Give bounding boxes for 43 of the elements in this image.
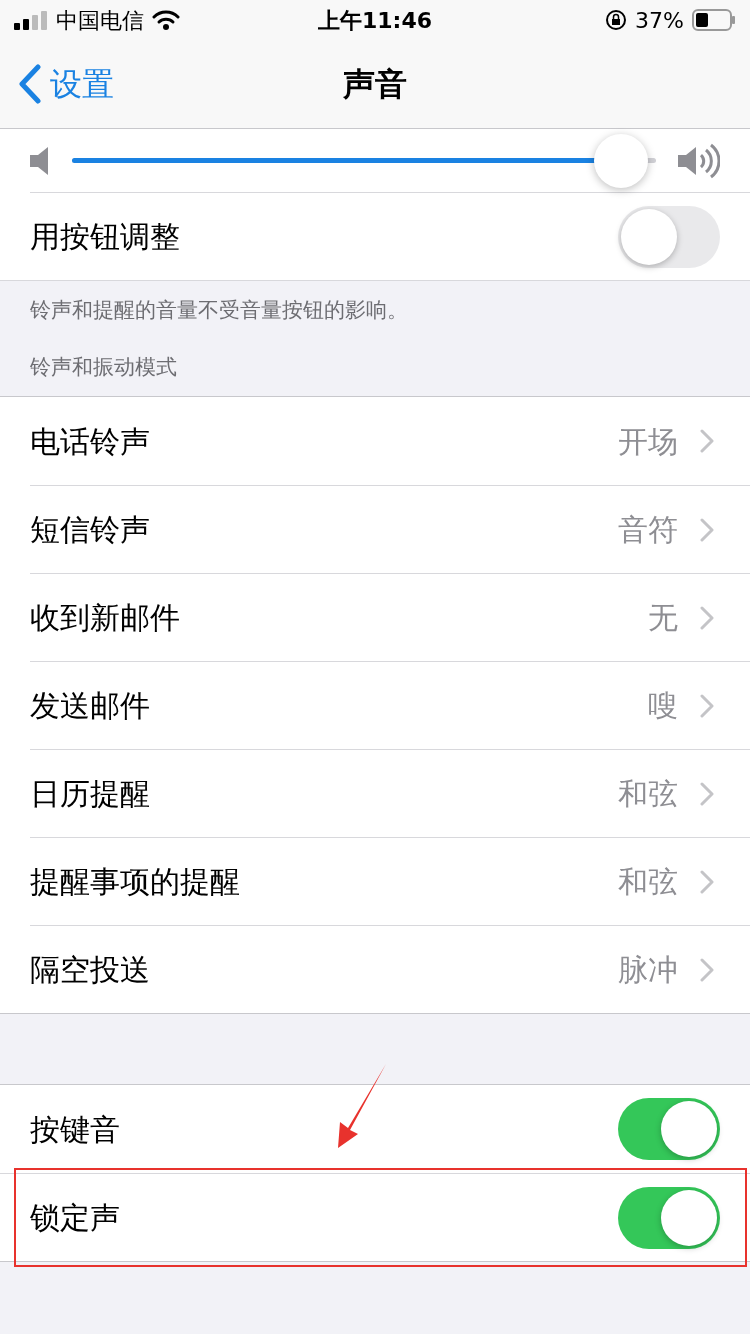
row-value: 音符 xyxy=(618,511,678,549)
section-header: 铃声和振动模式 xyxy=(30,354,177,382)
volume-slider[interactable] xyxy=(72,132,656,189)
row-label: 用按钮调整 xyxy=(30,218,181,256)
toggle-switch[interactable] xyxy=(618,1186,720,1249)
rotation-lock-icon xyxy=(605,9,628,31)
volume-low-icon xyxy=(30,145,50,176)
row-label[interactable]: 隔空投送 xyxy=(30,947,618,992)
chevron-icon xyxy=(700,429,714,453)
chevron-icon xyxy=(700,693,714,718)
row-value: 嗖 xyxy=(648,687,678,725)
chevron-icon xyxy=(700,869,714,894)
wifi-icon xyxy=(152,10,180,30)
chevron-icon xyxy=(700,605,714,630)
row-value: 和弦 xyxy=(618,775,678,813)
battery-percent: 37% xyxy=(635,6,684,35)
back-button[interactable]: 设置 xyxy=(0,60,114,108)
battery-icon xyxy=(692,9,736,31)
signal-icon xyxy=(14,10,48,30)
row-value: 脉冲 xyxy=(618,951,678,989)
row-value: 开场 xyxy=(618,422,678,461)
row-label[interactable]: 短信铃声 xyxy=(30,507,618,552)
status-time: 上午11:46 xyxy=(318,6,432,35)
row-value: 无 xyxy=(648,599,678,637)
row-label: 按键音 xyxy=(30,1110,121,1149)
row-label[interactable]: 收到新邮件 xyxy=(30,595,648,640)
chevron-icon xyxy=(700,957,714,982)
chevron-icon xyxy=(700,517,714,542)
back-chevron-icon xyxy=(18,64,42,104)
page-title: 声音 xyxy=(343,64,407,105)
row-label: 锁定声 xyxy=(30,1199,121,1237)
chevron-icon xyxy=(700,781,714,806)
carrier-name: 中国电信 xyxy=(56,6,144,35)
row-label[interactable]: 提醒事项的提醒 xyxy=(30,859,618,904)
footer-note: 铃声和提醒的音量不受音量按钮的影响。 xyxy=(30,297,409,324)
row-value: 和弦 xyxy=(618,863,678,901)
row-label[interactable]: 日历提醒 xyxy=(30,771,618,816)
row-label[interactable]: 电话铃声 xyxy=(30,418,618,464)
toggle-switch[interactable] xyxy=(618,205,720,268)
slider-thumb[interactable] xyxy=(593,133,648,188)
toggle-switch[interactable] xyxy=(618,1098,720,1160)
volume-high-icon xyxy=(678,141,720,180)
row-label[interactable]: 发送邮件 xyxy=(30,683,648,728)
